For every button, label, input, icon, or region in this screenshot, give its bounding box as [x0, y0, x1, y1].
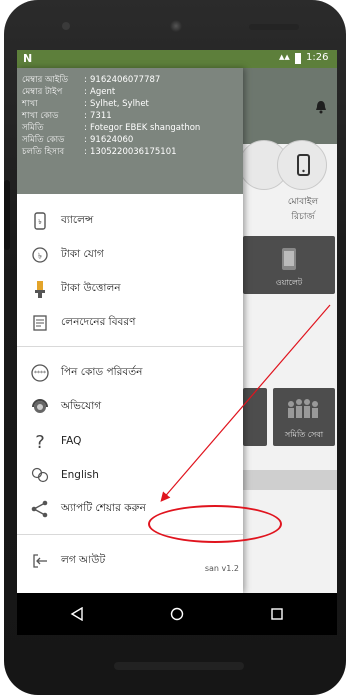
front-sensor — [62, 22, 70, 30]
menu-label: টাকা উত্তোলন — [61, 281, 121, 294]
menu-label: অভিযোগ — [61, 399, 102, 412]
menu-label: অ্যাপটি শেয়ার করুন — [61, 501, 146, 514]
support-icon — [29, 396, 51, 418]
recents-square-icon — [271, 608, 283, 620]
info-label: মেম্বার টাইপ — [22, 87, 63, 97]
svg-text:৳: ৳ — [38, 252, 42, 261]
screen: মোবাইল রিচার্জ ওয়ালেট সমিতি সেবা N ▲▲ 1… — [17, 50, 337, 635]
status-bar: N ▲▲ 1:26 — [17, 50, 337, 68]
info-value: Fotegor EBEK shangathon — [90, 123, 201, 133]
info-value: 91624060 — [90, 135, 134, 145]
svg-text:****: **** — [34, 370, 46, 377]
highlight-ellipse — [148, 505, 282, 543]
info-value: 1305220036175101 — [90, 147, 177, 157]
samity-service-label: সমিতি সেবা — [284, 430, 324, 439]
mobile-icon — [297, 154, 310, 176]
menu-item-faq[interactable]: ? FAQ — [17, 424, 243, 458]
samity-code-row: সমিতি কোড:91624060 — [22, 135, 134, 145]
menu-label: FAQ — [61, 435, 82, 447]
back-triangle-icon — [70, 607, 83, 621]
info-label: মেম্বার আইডি — [22, 75, 69, 85]
menu-label: লেনদেনের বিবরণ — [61, 315, 136, 328]
info-label: সমিতি কোড — [22, 135, 65, 145]
signal-icon: ▲▲ — [279, 53, 290, 61]
wallet-tile-label: ওয়ালেট — [275, 278, 303, 287]
menu-item-logout[interactable]: লগ আউট san v1.2 — [17, 544, 243, 578]
info-value: 9162406077787 — [90, 75, 161, 85]
branch-row: শাখা: Sylhet, Sylhet — [22, 99, 149, 109]
info-label: চলতি হিসাব — [22, 147, 65, 157]
menu-item-complaint[interactable]: অভিযোগ — [17, 390, 243, 424]
money-hand-icon — [29, 278, 51, 300]
home-button[interactable] — [164, 601, 190, 627]
menu-label: টাকা যোগ — [61, 247, 104, 260]
volume-button — [4, 180, 10, 250]
current-account-row: চলতি হিসাব:1305220036175101 — [22, 147, 177, 157]
logout-icon — [29, 550, 51, 572]
member-info-header: মেম্বার আইডি:9162406077787 মেম্বার টাইপ:… — [17, 68, 243, 194]
menu-item-balance[interactable]: ৳ ব্যালেন্স — [17, 204, 243, 238]
share-icon — [29, 498, 51, 520]
back-button[interactable] — [64, 601, 90, 627]
menu-item-language[interactable]: English — [17, 458, 243, 492]
taka-add-icon: ৳ — [29, 244, 51, 266]
statement-icon — [29, 312, 51, 334]
svg-text:?: ? — [35, 432, 45, 451]
mobile-recharge-label: মোবাইল রিচার্জ — [287, 197, 319, 222]
bottom-speaker — [114, 662, 244, 670]
samity-row: সমিতি: Fotegor EBEK shangathon — [22, 123, 201, 133]
bell-icon[interactable] — [315, 100, 327, 114]
recents-button[interactable] — [264, 601, 290, 627]
battery-icon — [295, 53, 301, 64]
bg-strip — [243, 470, 337, 490]
svg-text:৳: ৳ — [38, 218, 42, 226]
mobile-recharge-button[interactable] — [277, 140, 327, 190]
pin-icon: **** — [29, 362, 51, 384]
app-version: san v1.2 — [204, 564, 239, 573]
phone-balance-icon: ৳ — [29, 210, 51, 232]
info-value: 7311 — [90, 111, 112, 121]
info-label: সমিতি — [22, 123, 44, 133]
group-icon — [288, 399, 318, 418]
info-value: Sylhet, Sylhet — [90, 99, 149, 109]
clock: 1:26 — [306, 52, 329, 63]
branch-code-row: শাখা কোড:7311 — [22, 111, 112, 121]
member-id-row: মেম্বার আইডি:9162406077787 — [22, 75, 161, 85]
info-label: শাখা কোড — [22, 111, 59, 121]
menu-label: English — [61, 469, 99, 481]
language-icon — [29, 464, 51, 486]
menu-item-withdraw[interactable]: টাকা উত্তোলন — [17, 272, 243, 306]
notification-icon: N — [23, 52, 33, 65]
member-type-row: মেম্বার টাইপ: Agent — [22, 87, 116, 97]
home-circle-icon — [170, 607, 184, 621]
android-nav-bar — [17, 593, 337, 635]
info-label: শাখা — [22, 99, 38, 109]
earpiece — [249, 24, 299, 30]
front-camera — [170, 20, 182, 32]
menu-label: লগ আউট — [61, 553, 106, 566]
samity-service-tile[interactable]: সমিতি সেবা — [273, 388, 335, 446]
menu-label: পিন কোড পরিবর্তন — [61, 365, 143, 378]
menu-divider — [17, 346, 243, 347]
info-value: Agent — [90, 87, 116, 97]
menu-label: ব্যালেন্স — [61, 213, 94, 226]
wallet-icon — [282, 248, 296, 270]
phone-frame: মোবাইল রিচার্জ ওয়ালেট সমিতি সেবা N ▲▲ 1… — [4, 0, 346, 695]
wallet-tile[interactable]: ওয়ালেট — [243, 236, 335, 294]
bg-tile-left — [243, 388, 267, 446]
question-icon: ? — [29, 430, 51, 452]
menu-item-deposit[interactable]: ৳ টাকা যোগ — [17, 238, 243, 272]
menu-item-pin[interactable]: **** পিন কোড পরিবর্তন — [17, 356, 243, 390]
menu-item-transactions[interactable]: লেনদেনের বিবরণ — [17, 306, 243, 340]
